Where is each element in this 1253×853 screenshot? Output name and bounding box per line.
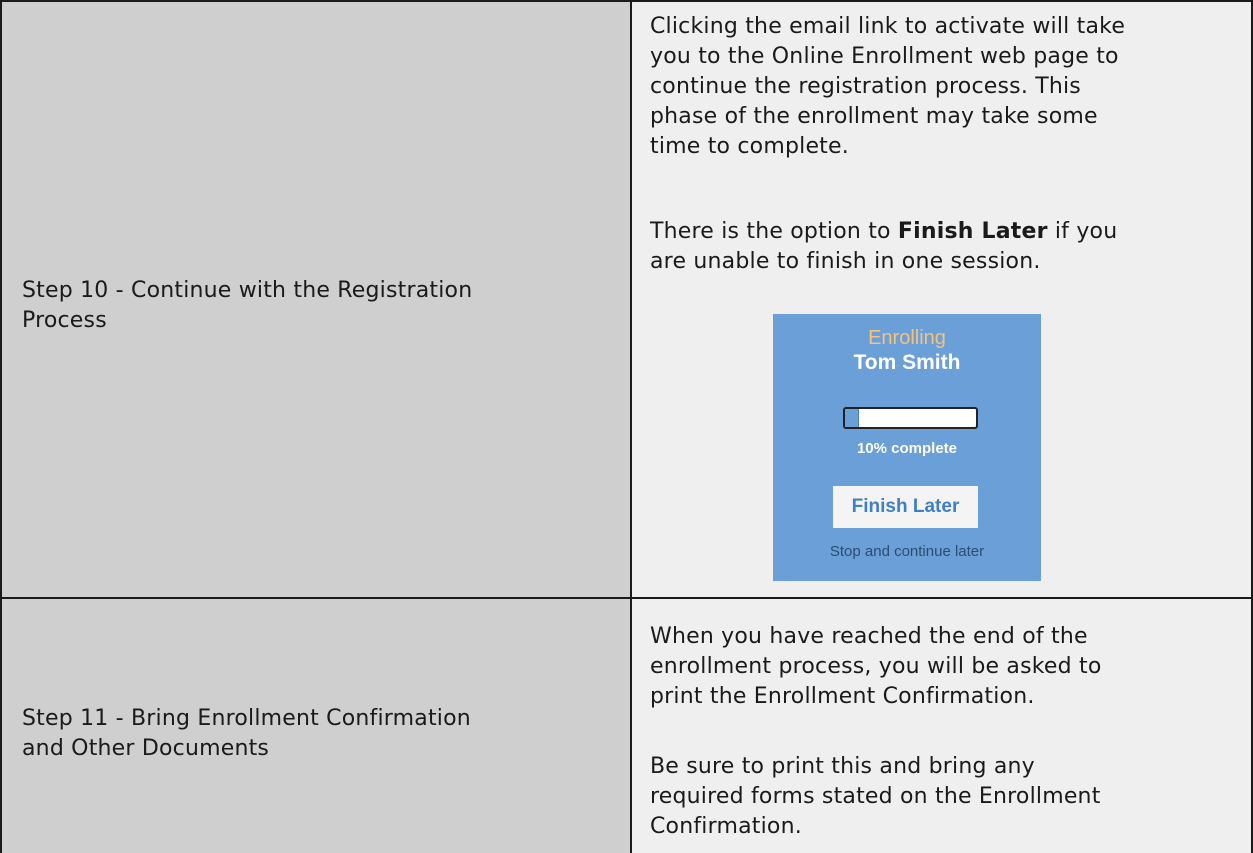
step-10-label-line1: Step 10 - Continue with the Registration [22,278,473,303]
step-10-label: Step 10 - Continue with the Registration… [22,276,472,336]
table-border-top [0,0,1253,2]
step-10-desc-line: phase of the enrollment may take some [650,104,1098,129]
finish-later-button[interactable]: Finish Later [833,486,978,528]
table-border-left [0,0,2,853]
step-11-description: When you have reached the end of the enr… [650,622,1230,712]
row-divider [0,597,1253,599]
step-11-desc-line: print the Enrollment Confirmation. [650,684,1035,709]
step-11-desc-line: enrollment process, you will be asked to [650,654,1102,679]
step-10-desc-line: Clicking the email link to activate will… [650,14,1126,39]
student-name: Tom Smith [853,351,961,374]
step-11-note-line: Confirmation. [650,814,802,839]
step-11-label-line2: and Other Documents [22,736,270,761]
step-11-note-line: Be sure to print this and bring any [650,754,1035,779]
finish-later-note-line1: There is the option to Finish Later if y… [650,217,1230,247]
step-10-label-line2: Process [22,308,107,333]
progress-bar [843,407,978,429]
enrollment-status: Enrolling [868,327,946,349]
step-11-note-line: required forms stated on the Enrollment [650,784,1101,809]
step-11-desc-line: When you have reached the end of the [650,624,1088,649]
finish-later-caption: Stop and continue later [829,543,985,560]
step-10-desc-line: continue the registration process. This [650,74,1081,99]
note-text-before: There is the option to [650,219,898,244]
step-11-print-note: Be sure to print this and bring any requ… [650,752,1230,842]
step-10-desc-line: time to complete. [650,134,849,159]
finish-later-emphasis: Finish Later [897,219,1048,244]
enrollment-progress-widget: Enrolling Tom Smith 10% complete Finish … [773,314,1041,581]
progress-label: 10% complete [856,440,958,457]
finish-later-note-line2: are unable to finish in one session. [650,249,1041,274]
step-10-finish-later-note: There is the option to Finish Later if y… [650,217,1230,277]
step-10-description: Clicking the email link to activate will… [650,12,1230,162]
step-10-desc-line: you to the Online Enrollment web page to [650,44,1119,69]
note-text-after: if you [1047,219,1118,244]
column-divider [630,0,632,853]
steps-table: Step 10 - Continue with the Registration… [0,0,1253,853]
progress-bar-fill [845,409,860,427]
step-11-label-line1: Step 11 - Bring Enrollment Confirmation [22,706,471,731]
step-11-label: Step 11 - Bring Enrollment Confirmation … [22,704,471,764]
